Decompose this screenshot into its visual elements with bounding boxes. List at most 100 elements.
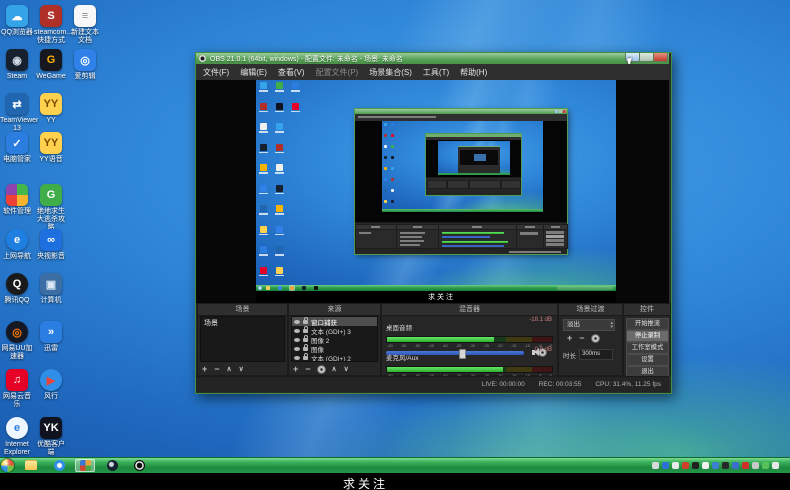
- tray-icon[interactable]: [692, 462, 699, 469]
- desktop-icon-video-player[interactable]: ◎ 爱剪辑: [68, 49, 102, 81]
- lock-icon[interactable]: [303, 335, 308, 342]
- mixer-panel-title[interactable]: 混音器: [382, 304, 557, 316]
- remove-source-button[interactable]: −: [305, 365, 310, 374]
- captured-obs-window: [354, 108, 568, 255]
- tray-icon[interactable]: [742, 462, 749, 469]
- taskbar-active-app[interactable]: [75, 459, 95, 472]
- menu-help[interactable]: 帮助(H): [460, 67, 487, 78]
- menu-file[interactable]: 文件(F): [203, 67, 229, 78]
- tray-icon[interactable]: [772, 462, 779, 469]
- sources-panel-title[interactable]: 来源: [289, 304, 380, 316]
- lock-icon[interactable]: [303, 353, 308, 360]
- duration-input[interactable]: 300ms: [579, 349, 613, 360]
- scene-down-button[interactable]: ∨: [239, 365, 244, 374]
- close-button[interactable]: [653, 53, 668, 62]
- remove-scene-button[interactable]: −: [214, 365, 219, 374]
- desktop-icon-computer[interactable]: ▣ 计算机: [34, 273, 68, 305]
- desktop-icon-qq[interactable]: Q 腾讯QQ: [0, 273, 34, 305]
- source-up-button[interactable]: ∧: [332, 365, 337, 374]
- source-row[interactable]: 图像 2: [292, 335, 377, 345]
- desktop-icon-netease-music[interactable]: ♫ 网易云音乐: [0, 369, 34, 409]
- desktop-icon-uu-booster[interactable]: ◎ 网易UU加速器: [0, 321, 34, 361]
- desktop-icon-pc-manager[interactable]: ✓ 电脑管家: [0, 132, 34, 164]
- obs-titlebar[interactable]: OBS 21.0.1 (64bit, windows) - 配置文件: 未命名 …: [196, 53, 669, 64]
- studio-mode-button[interactable]: 工作室模式: [626, 342, 669, 354]
- eye-icon[interactable]: [294, 355, 300, 360]
- lock-icon[interactable]: [303, 344, 308, 351]
- taskbar-steam[interactable]: [103, 459, 121, 472]
- menu-tools[interactable]: 工具(T): [423, 67, 449, 78]
- desktop-icon-youku[interactable]: YK 优酷客户端: [34, 417, 68, 457]
- add-scene-button[interactable]: +: [202, 365, 207, 374]
- tray-icon[interactable]: [672, 462, 679, 469]
- tray-icon[interactable]: [712, 462, 719, 469]
- tray-icon[interactable]: [702, 462, 709, 469]
- obs-icon: [133, 460, 145, 471]
- yy-voice-icon: YY: [40, 132, 62, 154]
- desktop-icon-yy[interactable]: YY YY: [34, 93, 68, 125]
- start-streaming-button[interactable]: 开始推流: [626, 318, 669, 330]
- eye-icon[interactable]: [294, 328, 300, 333]
- desktop-icon-teamviewer[interactable]: ⇄ TeamViewer 13: [0, 93, 38, 133]
- taskbar-obs[interactable]: [130, 459, 148, 472]
- source-row[interactable]: 文本 (GDI+) 3: [292, 326, 377, 336]
- desktop-icon-new-text-doc[interactable]: ≡ 新建文本文档: [68, 5, 102, 45]
- desktop-icon-thunder[interactable]: » 迅雷: [34, 321, 68, 353]
- desktop-icon-funshion[interactable]: ▶ 风行: [34, 369, 68, 401]
- transition-gear-icon[interactable]: [591, 334, 599, 342]
- scene-item[interactable]: 场景: [201, 317, 284, 329]
- desktop-icon-steam-shortcut[interactable]: Ssteamcom...快捷方式: [34, 5, 72, 45]
- desktop-icon-cbox[interactable]: ∞ 央视影音: [34, 229, 68, 261]
- tray-icon[interactable]: [752, 462, 759, 469]
- obs-window: OBS 21.0.1 (64bit, windows) - 配置文件: 未命名 …: [195, 52, 672, 394]
- transition-select[interactable]: 淡出 ▴ ▾: [563, 319, 615, 331]
- desktop-icon-software-manager[interactable]: 软件管理: [0, 184, 34, 216]
- source-properties-gear-icon[interactable]: [317, 366, 325, 373]
- eye-icon[interactable]: [294, 346, 300, 351]
- menu-view[interactable]: 查看(V): [278, 67, 305, 78]
- menu-profile[interactable]: 配置文件(P): [316, 67, 359, 78]
- tray-icon[interactable]: [682, 462, 689, 469]
- taskbar-browser[interactable]: [50, 459, 68, 472]
- youku-icon: YK: [40, 417, 62, 439]
- controls-panel-title[interactable]: 控件: [624, 304, 670, 316]
- lock-icon[interactable]: [303, 317, 308, 324]
- taskbar-explorer[interactable]: [22, 459, 40, 472]
- eye-icon[interactable]: [294, 337, 300, 342]
- desktop-icon-label: 爱剪辑: [74, 73, 96, 80]
- tray-icon[interactable]: [722, 462, 729, 469]
- scene-up-button[interactable]: ∧: [227, 365, 232, 374]
- stop-recording-button[interactable]: 停止录制: [626, 330, 669, 342]
- add-source-button[interactable]: +: [293, 365, 298, 374]
- desktop-icon-steam[interactable]: ◉ Steam: [0, 49, 34, 81]
- transitions-panel-title[interactable]: 场景过渡: [559, 304, 622, 316]
- start-button[interactable]: [1, 459, 14, 472]
- menu-edit[interactable]: 编辑(E): [240, 67, 267, 78]
- cpu-fps: CPU: 31.4%, 11.25 fps: [595, 381, 661, 388]
- desktop-icon-label: YY语音: [39, 156, 63, 163]
- menu-scene-collection[interactable]: 场景集合(S): [369, 67, 412, 78]
- preview-canvas[interactable]: 求关注: [196, 80, 669, 303]
- desktop-icon-qq-browser[interactable]: ☁ QQ浏览器: [0, 5, 34, 37]
- eye-icon[interactable]: [294, 319, 300, 324]
- desktop-icon-web-nav[interactable]: e 上网导航: [0, 229, 34, 261]
- system-tray: [652, 462, 782, 470]
- desktop-icon-wegame[interactable]: G WeGame: [34, 49, 68, 81]
- scenes-panel-title[interactable]: 场景: [198, 304, 287, 316]
- tray-icon[interactable]: [662, 462, 669, 469]
- desktop-icon-pubg-guide[interactable]: G 绝地求生大逃杀攻略: [34, 184, 68, 232]
- steam-shortcut-icon: S: [40, 5, 62, 27]
- desktop-icon-label: Internet Explorer: [3, 441, 31, 457]
- tray-icon[interactable]: [732, 462, 739, 469]
- settings-button[interactable]: 设置: [626, 354, 669, 366]
- desktop-icon-ie[interactable]: e Internet Explorer: [0, 417, 34, 457]
- lock-icon[interactable]: [303, 326, 308, 333]
- qq-penguin-icon: Q: [6, 273, 28, 295]
- tray-icon[interactable]: [652, 462, 659, 469]
- source-down-button[interactable]: ∨: [344, 365, 349, 374]
- desktop-icon-yy-voice[interactable]: YY YY语音: [34, 132, 68, 164]
- maximize-button[interactable]: [639, 53, 654, 62]
- remove-transition-button[interactable]: −: [579, 333, 584, 343]
- add-transition-button[interactable]: +: [567, 333, 572, 343]
- tray-icon[interactable]: [762, 462, 769, 469]
